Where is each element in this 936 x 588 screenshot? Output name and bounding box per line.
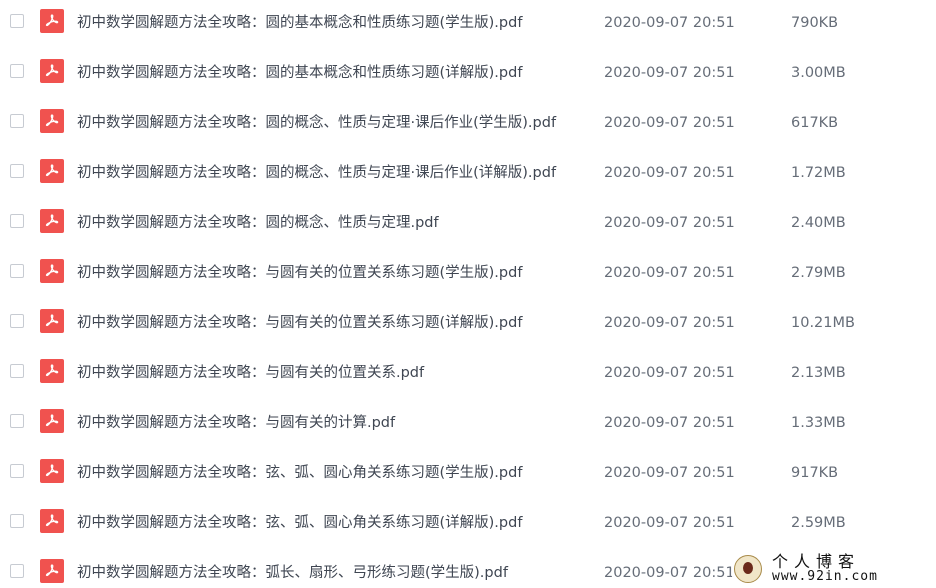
watermark-url: www.92in.com — [772, 569, 878, 584]
row-checkbox[interactable] — [10, 14, 24, 28]
row-checkbox[interactable] — [10, 414, 24, 428]
file-size: 790KB — [791, 15, 839, 31]
row-checkbox[interactable] — [10, 514, 24, 528]
file-size: 917KB — [791, 465, 839, 481]
file-name[interactable]: 初中数学圆解题方法全攻略：与圆有关的位置关系.pdf — [77, 363, 424, 383]
watermark-text: 个人博客 www.92in.com — [772, 552, 878, 585]
file-name[interactable]: 初中数学圆解题方法全攻略：圆的概念、性质与定理·课后作业(详解版).pdf — [77, 163, 556, 183]
file-name[interactable]: 初中数学圆解题方法全攻略：弦、弧、圆心角关系练习题(详解版).pdf — [77, 513, 522, 533]
file-row[interactable]: 初中数学圆解题方法全攻略：与圆有关的位置关系练习题(学生版).pdf 2020-… — [0, 250, 936, 300]
blog-watermark: 个人博客 www.92in.com — [732, 552, 928, 586]
file-name[interactable]: 初中数学圆解题方法全攻略：圆的基本概念和性质练习题(详解版).pdf — [77, 63, 522, 83]
file-list: 初中数学圆解题方法全攻略：圆的基本概念和性质练习题(学生版).pdf 2020-… — [0, 0, 936, 588]
file-date: 2020-09-07 20:51 — [604, 15, 735, 31]
file-row[interactable]: 初中数学圆解题方法全攻略：与圆有关的计算.pdf 2020-09-07 20:5… — [0, 400, 936, 450]
pdf-icon — [40, 209, 64, 233]
pdf-icon — [40, 259, 64, 283]
file-name[interactable]: 初中数学圆解题方法全攻略：与圆有关的计算.pdf — [77, 413, 395, 433]
file-row[interactable]: 初中数学圆解题方法全攻略：弦、弧、圆心角关系练习题(详解版).pdf 2020-… — [0, 500, 936, 550]
file-name[interactable]: 初中数学圆解题方法全攻略：弧长、扇形、弓形练习题(学生版).pdf — [77, 563, 508, 583]
pdf-icon — [40, 359, 64, 383]
row-checkbox[interactable] — [10, 464, 24, 478]
row-checkbox[interactable] — [10, 364, 24, 378]
file-name[interactable]: 初中数学圆解题方法全攻略：圆的概念、性质与定理.pdf — [77, 213, 439, 233]
file-name[interactable]: 初中数学圆解题方法全攻略：圆的概念、性质与定理·课后作业(学生版).pdf — [77, 113, 556, 133]
blog-logo-icon — [734, 555, 762, 583]
file-date: 2020-09-07 20:51 — [604, 115, 735, 131]
row-checkbox[interactable] — [10, 564, 24, 578]
row-checkbox[interactable] — [10, 314, 24, 328]
file-row[interactable]: 初中数学圆解题方法全攻略：圆的基本概念和性质练习题(学生版).pdf 2020-… — [0, 0, 936, 50]
file-row[interactable]: 初中数学圆解题方法全攻略：圆的概念、性质与定理·课后作业(学生版).pdf 20… — [0, 100, 936, 150]
file-date: 2020-09-07 20:51 — [604, 65, 735, 81]
pdf-icon — [40, 109, 64, 133]
file-row[interactable]: 初中数学圆解题方法全攻略：圆的基本概念和性质练习题(详解版).pdf 2020-… — [0, 50, 936, 100]
file-name[interactable]: 初中数学圆解题方法全攻略：弦、弧、圆心角关系练习题(学生版).pdf — [77, 463, 522, 483]
row-checkbox[interactable] — [10, 264, 24, 278]
file-date: 2020-09-07 20:51 — [604, 515, 735, 531]
row-checkbox[interactable] — [10, 114, 24, 128]
watermark-title: 个人博客 — [772, 552, 861, 571]
file-size: 2.13MB — [791, 365, 846, 381]
file-date: 2020-09-07 20:51 — [604, 365, 735, 381]
pdf-icon — [40, 309, 64, 333]
file-size: 2.79MB — [791, 265, 846, 281]
file-row[interactable]: 初中数学圆解题方法全攻略：与圆有关的位置关系练习题(详解版).pdf 2020-… — [0, 300, 936, 350]
file-size: 617KB — [791, 115, 839, 131]
pdf-icon — [40, 9, 64, 33]
file-size: 1.33MB — [791, 415, 846, 431]
file-row[interactable]: 初中数学圆解题方法全攻略：与圆有关的位置关系.pdf 2020-09-07 20… — [0, 350, 936, 400]
pdf-icon — [40, 59, 64, 83]
file-date: 2020-09-07 20:51 — [604, 165, 735, 181]
pdf-icon — [40, 509, 64, 533]
file-date: 2020-09-07 20:51 — [604, 415, 735, 431]
row-checkbox[interactable] — [10, 64, 24, 78]
file-row[interactable]: 初中数学圆解题方法全攻略：弦、弧、圆心角关系练习题(学生版).pdf 2020-… — [0, 450, 936, 500]
row-checkbox[interactable] — [10, 214, 24, 228]
file-date: 2020-09-07 20:51 — [604, 465, 735, 481]
file-size: 3.00MB — [791, 65, 846, 81]
pdf-icon — [40, 409, 64, 433]
row-checkbox[interactable] — [10, 164, 24, 178]
file-date: 2020-09-07 20:51 — [604, 315, 735, 331]
pdf-icon — [40, 159, 64, 183]
file-row[interactable]: 初中数学圆解题方法全攻略：圆的概念、性质与定理·课后作业(详解版).pdf 20… — [0, 150, 936, 200]
file-size: 1.72MB — [791, 165, 846, 181]
file-size: 10.21MB — [791, 315, 855, 331]
file-name[interactable]: 初中数学圆解题方法全攻略：与圆有关的位置关系练习题(学生版).pdf — [77, 263, 522, 283]
pdf-icon — [40, 459, 64, 483]
file-date: 2020-09-07 20:51 — [604, 215, 735, 231]
file-name[interactable]: 初中数学圆解题方法全攻略：与圆有关的位置关系练习题(详解版).pdf — [77, 313, 522, 333]
file-date: 2020-09-07 20:51 — [604, 265, 735, 281]
pdf-icon — [40, 559, 64, 583]
file-name[interactable]: 初中数学圆解题方法全攻略：圆的基本概念和性质练习题(学生版).pdf — [77, 13, 522, 33]
file-size: 2.59MB — [791, 515, 846, 531]
file-date: 2020-09-07 20:51 — [604, 565, 735, 581]
file-size: 2.40MB — [791, 215, 846, 231]
file-row[interactable]: 初中数学圆解题方法全攻略：圆的概念、性质与定理.pdf 2020-09-07 2… — [0, 200, 936, 250]
